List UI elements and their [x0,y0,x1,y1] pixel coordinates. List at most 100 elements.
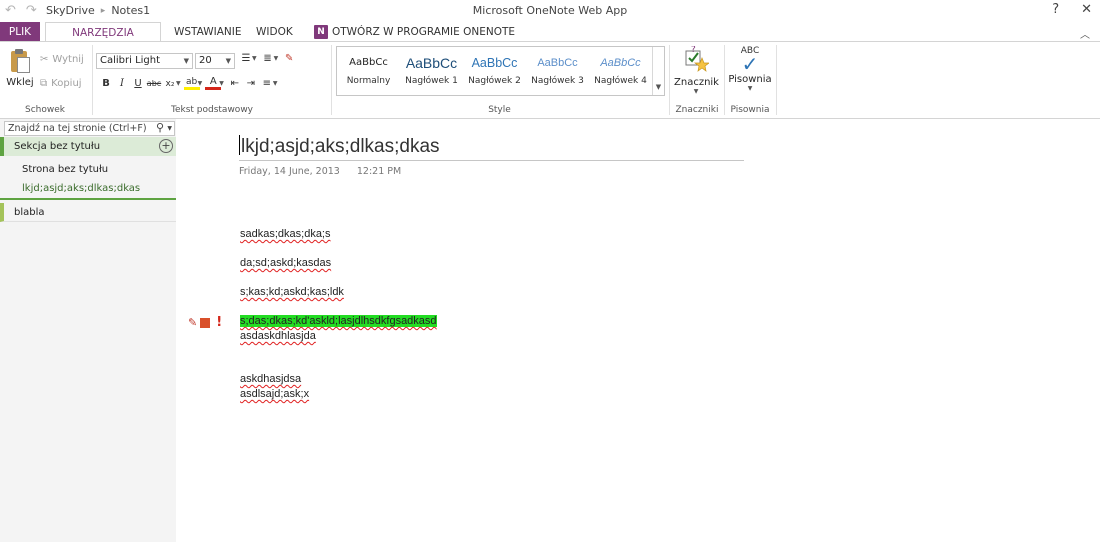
chevron-down-icon[interactable]: ▼ [219,80,224,87]
chevron-down-icon: ▼ [183,57,189,65]
tab-open-in-onenote[interactable]: N OTWÓRZ W PROGRAMIE ONENOTE [306,22,523,42]
underline-icon[interactable]: U [130,78,146,89]
group-divider [92,45,93,115]
page-title-text: lkjd;asjd;aks;dlkas;dkas [241,136,440,157]
style-heading-3[interactable]: AaBbCc Nagłówek 3 [526,47,589,95]
cut-button[interactable]: ✂ Wytnij [40,54,84,65]
formatting-buttons: B I U abc x₂ ▼ ab ▼ A ▼ ⇤ ⇥ ≡ ▼ [98,77,281,90]
style-preview: AaBbCc [600,57,641,69]
window-controls: ? ✕ [1052,2,1092,17]
breadcrumb-skydrive[interactable]: SkyDrive [46,4,95,17]
copy-label: Kopiuj [51,78,82,89]
group-label-basic-text: Tekst podstawowy [170,105,253,115]
chevron-down-icon[interactable]: ▼ [252,55,257,62]
help-button[interactable]: ? [1052,2,1059,17]
chevron-down-icon: ▼ [747,85,753,92]
search-input[interactable]: Znajdź na tej stronie (Ctrl+F) ⚲ ▼ [4,121,175,136]
section-item[interactable]: Sekcja bez tytułu + [0,137,176,156]
pen-icon[interactable]: ✎ [188,316,197,329]
font-size-combo[interactable]: 20 ▼ [195,53,235,69]
style-preview: AaBbCc [471,56,518,70]
note-line[interactable]: s;kas;kd;askd;kas;ldk [240,286,344,298]
text-cursor [239,135,240,155]
style-label: Nagłówek 2 [468,76,521,86]
copy-icon: ⧉ [40,78,48,89]
style-label: Nagłówek 1 [405,76,458,86]
decrease-indent-icon[interactable]: ⇤ [227,78,243,89]
note-line[interactable]: askdhasjdsa [240,373,301,385]
bold-icon[interactable]: B [98,78,114,89]
undo-icon[interactable]: ↶ [5,3,16,18]
chevron-down-icon: ▼ [225,57,231,65]
ribbon: Wklej ✂ Wytnij ⧉ Kopiuj Schowek Calibri … [0,41,1100,119]
redo-icon[interactable]: ↷ [26,3,37,18]
increase-indent-icon[interactable]: ⇥ [243,78,259,89]
tab-insert[interactable]: WSTAWIANIE [166,22,250,42]
style-normal[interactable]: AaBbCc Normalny [337,47,400,95]
spelling-label: Pisownia [728,74,772,85]
note-line[interactable]: sadkas;dkas;dka;s [240,228,331,240]
search-icon[interactable]: ⚲ [156,121,164,134]
add-page-icon[interactable]: + [159,139,173,153]
breadcrumb-notebook[interactable]: Notes1 [111,4,150,17]
note-tags: ✎ ! [188,315,222,330]
chevron-down-icon[interactable]: ▼ [176,80,181,87]
breadcrumb-separator-icon: ▸ [100,5,106,16]
group-divider [776,45,777,115]
collapse-ribbon-icon[interactable]: ︿ [1080,26,1090,41]
section-name: Sekcja bez tytułu [14,141,101,152]
page-title[interactable]: lkjd;asjd;aks;dlkas;dkas [239,134,744,161]
tab-home[interactable]: NARZĘDZIA GŁÓWNE [45,22,161,59]
checkmark-icon: ✓ [741,52,759,76]
page-date: Friday, 14 June, 2013 12:21 PM [239,166,415,177]
style-heading-2[interactable]: AaBbCc Nagłówek 2 [463,47,526,95]
page-item-selected[interactable]: lkjd;asjd;aks;dlkas;dkas [0,180,176,200]
clear-formatting-icon[interactable]: ✎ [281,53,297,64]
group-label-tags: Znaczniki [675,105,719,115]
style-label: Nagłówek 3 [531,76,584,86]
note-line-highlighted[interactable]: s;das;dkas;kd'askld;lasjdlhsdkfgsadkasd [240,315,437,327]
highlighted-text: s;das;dkas;kd'askld;lasjdlhsdkfgsadkasd [240,315,437,327]
close-button[interactable]: ✕ [1081,2,1092,17]
paste-button[interactable]: Wklej [4,48,36,88]
chevron-down-icon[interactable]: ▼ [274,55,279,62]
onenote-logo-icon: N [314,25,328,39]
section-item[interactable]: blabla [0,203,176,222]
chevron-down-icon: ▼ [693,88,699,95]
scissors-icon: ✂ [40,54,49,65]
group-divider [669,45,670,115]
note-line[interactable]: asdaskdhlasjda [240,330,316,342]
copy-button[interactable]: ⧉ Kopiuj [40,78,82,89]
important-tag-icon[interactable]: ! [216,315,222,330]
tag-button[interactable]: ? Znacznik ▼ [674,45,719,95]
note-line[interactable]: asdlsajd;ask;x [240,388,309,400]
app-title: Microsoft OneNote Web App [472,4,628,17]
tab-file[interactable]: PLIK [0,22,40,42]
chevron-down-icon[interactable]: ▼ [167,122,172,135]
italic-icon[interactable]: I [114,78,130,89]
ribbon-tabs: PLIK NARZĘDZIA GŁÓWNE WSTAWIANIE WIDOK N… [0,22,1100,59]
note-line[interactable]: da;sd;askd;kasdas [240,257,331,269]
breadcrumb: SkyDrive ▸ Notes1 [46,4,150,17]
style-heading-1[interactable]: AaBbCc Nagłówek 1 [400,47,463,95]
page-item[interactable]: Strona bez tytułu [0,160,176,180]
tab-view[interactable]: WIDOK [248,22,301,42]
styles-gallery: AaBbCc Normalny AaBbCc Nagłówek 1 AaBbCc… [336,46,665,96]
tag-label: Znacznik [674,77,719,88]
spelling-button[interactable]: ABC ✓ Pisownia ▼ [728,46,772,92]
red-square-tag-icon[interactable] [200,317,211,328]
list-buttons: ☰ ▼ ≣ ▼ ✎ [238,53,297,64]
title-bar: ↶ ↷ SkyDrive ▸ Notes1 Microsoft OneNote … [0,0,1100,22]
strikethrough-icon[interactable]: abc [146,79,162,88]
font-name-value: Calibri Light [100,55,161,66]
chevron-down-icon: ▼ [655,83,662,91]
font-name-combo[interactable]: Calibri Light ▼ [96,53,193,69]
undo-redo: ↶ ↷ [5,3,37,18]
style-heading-4[interactable]: AaBbCc Nagłówek 4 [589,47,652,95]
paste-icon [9,48,31,74]
chevron-down-icon[interactable]: ▼ [273,80,278,87]
navigation-pane: Znajdź na tej stronie (Ctrl+F) ⚲ ▼ Sekcj… [0,119,176,542]
styles-more-button[interactable]: ▼ [652,47,664,95]
paste-label: Wklej [6,77,34,88]
chevron-down-icon[interactable]: ▼ [198,80,203,87]
